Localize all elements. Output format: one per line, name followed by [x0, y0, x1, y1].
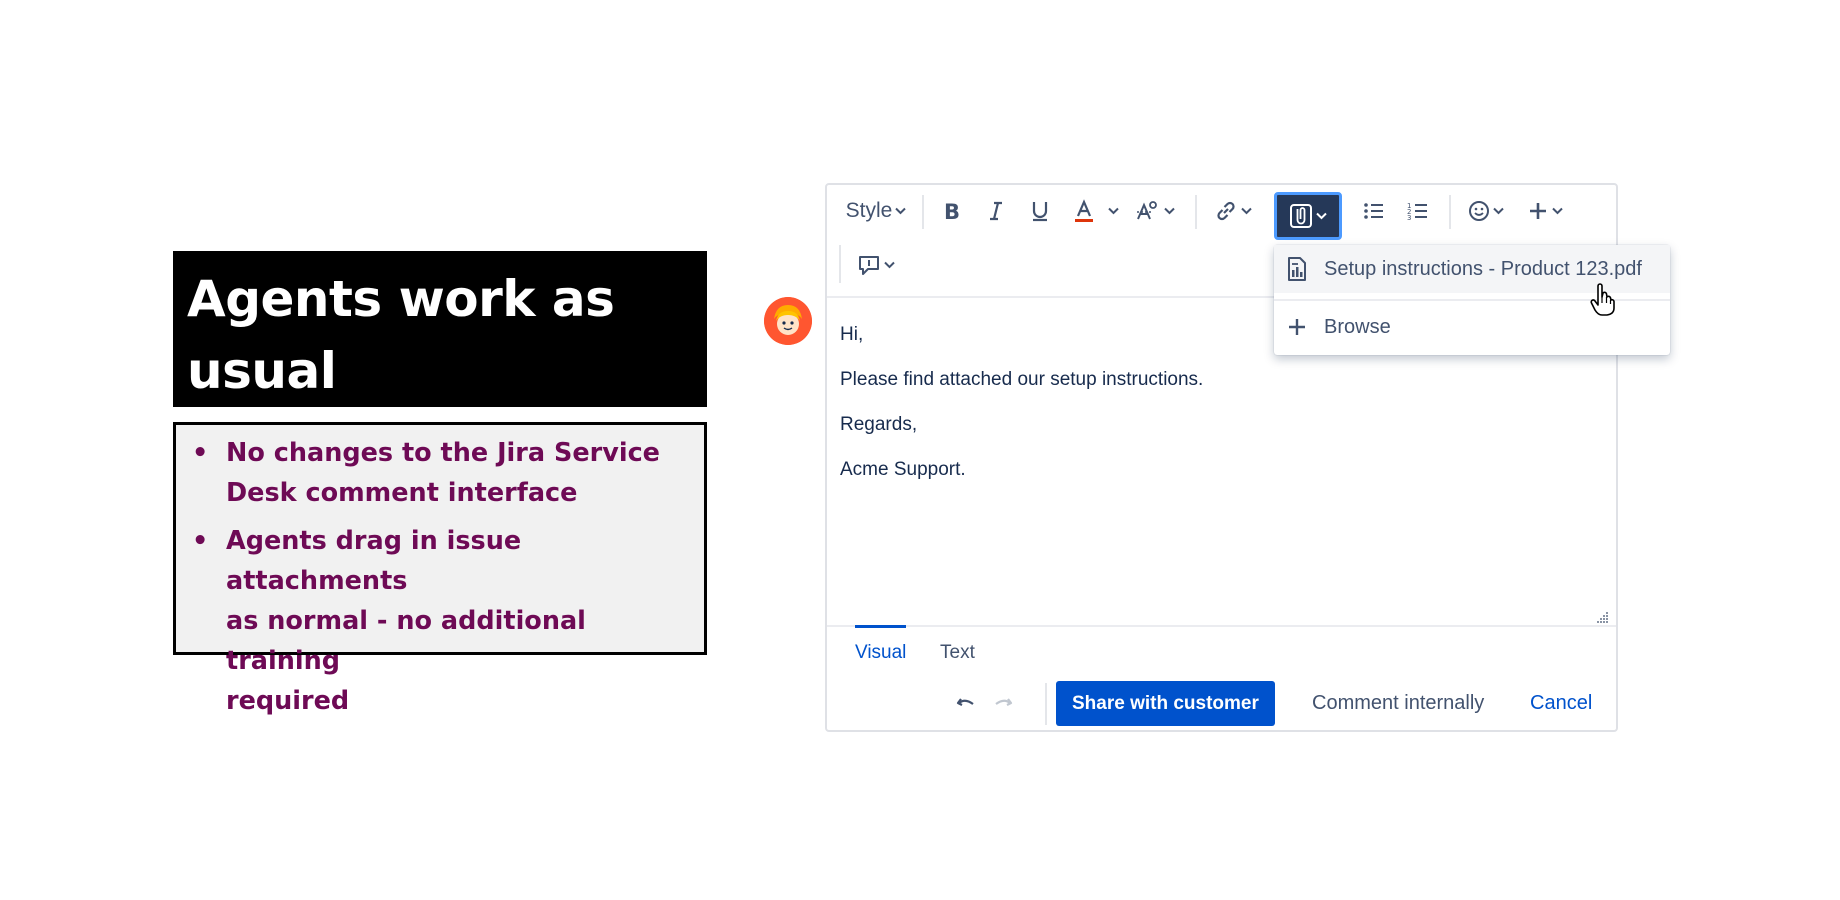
chevron-down-icon — [1316, 209, 1327, 223]
plus-icon — [1284, 318, 1310, 336]
bullet-box: • No changes to the Jira Service Desk co… — [173, 422, 707, 716]
footer-divider — [1045, 683, 1047, 725]
bold-icon: B — [944, 200, 960, 222]
text-color-icon — [1075, 199, 1093, 222]
plus-icon — [1530, 203, 1546, 219]
link-icon — [1217, 201, 1235, 221]
comment-template-button[interactable] — [853, 245, 899, 285]
avatar[interactable] — [764, 297, 812, 345]
chevron-down-icon — [884, 258, 895, 272]
cancel-button[interactable]: Cancel — [1530, 681, 1592, 726]
numbered-list-icon: 123 — [1407, 202, 1427, 221]
numbered-list-button[interactable]: 123 — [1401, 191, 1435, 231]
tab-text[interactable]: Text — [940, 625, 975, 673]
toolbar-divider — [839, 245, 841, 283]
attachment-button[interactable] — [1274, 192, 1342, 240]
comment-internally-button[interactable]: Comment internally — [1312, 681, 1484, 726]
bullet-list-icon — [1364, 203, 1383, 219]
undo-icon — [956, 698, 974, 706]
tab-visual[interactable]: Visual — [855, 625, 907, 676]
share-with-customer-button[interactable]: Share with customer — [1056, 681, 1275, 726]
chevron-down-icon — [1552, 204, 1563, 218]
undo-button[interactable] — [955, 681, 985, 726]
link-button[interactable] — [1210, 191, 1256, 231]
bullet-list: • No changes to the Jira Service Desk co… — [188, 433, 694, 721]
svg-text:3: 3 — [1407, 214, 1411, 221]
attachment-icon — [1290, 204, 1312, 228]
bullet-list-button[interactable] — [1357, 191, 1391, 231]
chevron-down-icon — [1493, 204, 1504, 218]
italic-icon — [990, 201, 1002, 221]
toolbar-divider — [922, 195, 924, 229]
text-format-button[interactable] — [1132, 191, 1178, 231]
hand-cursor-icon — [1590, 283, 1615, 316]
underline-icon — [1032, 202, 1048, 222]
style-dropdown[interactable]: Style — [843, 191, 909, 231]
slide-title-box: Agents work as usual — [173, 251, 707, 407]
toolbar-divider — [1195, 195, 1197, 229]
chevron-down-icon — [1107, 207, 1119, 215]
bullet-line: No changes to the Jira Service — [226, 438, 660, 468]
bullet-line: required — [226, 686, 350, 716]
style-label: Style — [845, 199, 893, 222]
editor-line: Please find attached our setup instructi… — [840, 369, 1204, 390]
svg-text:B: B — [944, 200, 960, 222]
text-color-button[interactable] — [1067, 191, 1101, 231]
dropdown-item-label: Setup instructions - Product 123.pdf — [1324, 257, 1642, 280]
bold-button[interactable]: B — [935, 191, 969, 231]
insert-button[interactable] — [1522, 191, 1568, 231]
editor-line: Regards, — [840, 414, 918, 435]
emoji-button[interactable] — [1463, 191, 1509, 231]
redo-button[interactable] — [992, 681, 1022, 726]
text-format-icon — [1137, 201, 1157, 220]
bullet-item: • No changes to the Jira Service Desk co… — [188, 433, 694, 513]
avatar-face-icon — [764, 297, 812, 345]
bullet-line: as normal - no additional training — [226, 606, 586, 676]
resize-handle-icon[interactable] — [1595, 610, 1609, 624]
document-icon — [1284, 256, 1310, 282]
redo-icon — [995, 698, 1013, 706]
slide-title-line-1: Agents work as — [187, 270, 615, 328]
bullet-line: Agents drag in issue attachments — [226, 526, 522, 596]
bullet-item: • Agents drag in issue attachments as no… — [188, 521, 694, 721]
chevron-down-icon — [1241, 204, 1252, 218]
emoji-icon — [1469, 201, 1489, 221]
chevron-down-icon — [895, 204, 907, 218]
italic-button[interactable] — [979, 191, 1013, 231]
editor-line: Acme Support. — [840, 459, 966, 480]
bullet-line: Desk comment interface — [226, 478, 578, 508]
toolbar-divider — [1449, 195, 1451, 229]
underline-button[interactable] — [1023, 191, 1057, 231]
chevron-down-icon — [1164, 204, 1175, 218]
dropdown-item-label: Browse — [1324, 315, 1391, 338]
bullet-dot: • — [192, 438, 209, 468]
bullet-dot: • — [192, 526, 209, 556]
slide-title: Agents work as usual — [187, 263, 693, 407]
comment-template-icon — [859, 256, 879, 275]
text-color-dropdown[interactable] — [1105, 191, 1121, 231]
slide-title-line-2: usual — [187, 342, 337, 400]
